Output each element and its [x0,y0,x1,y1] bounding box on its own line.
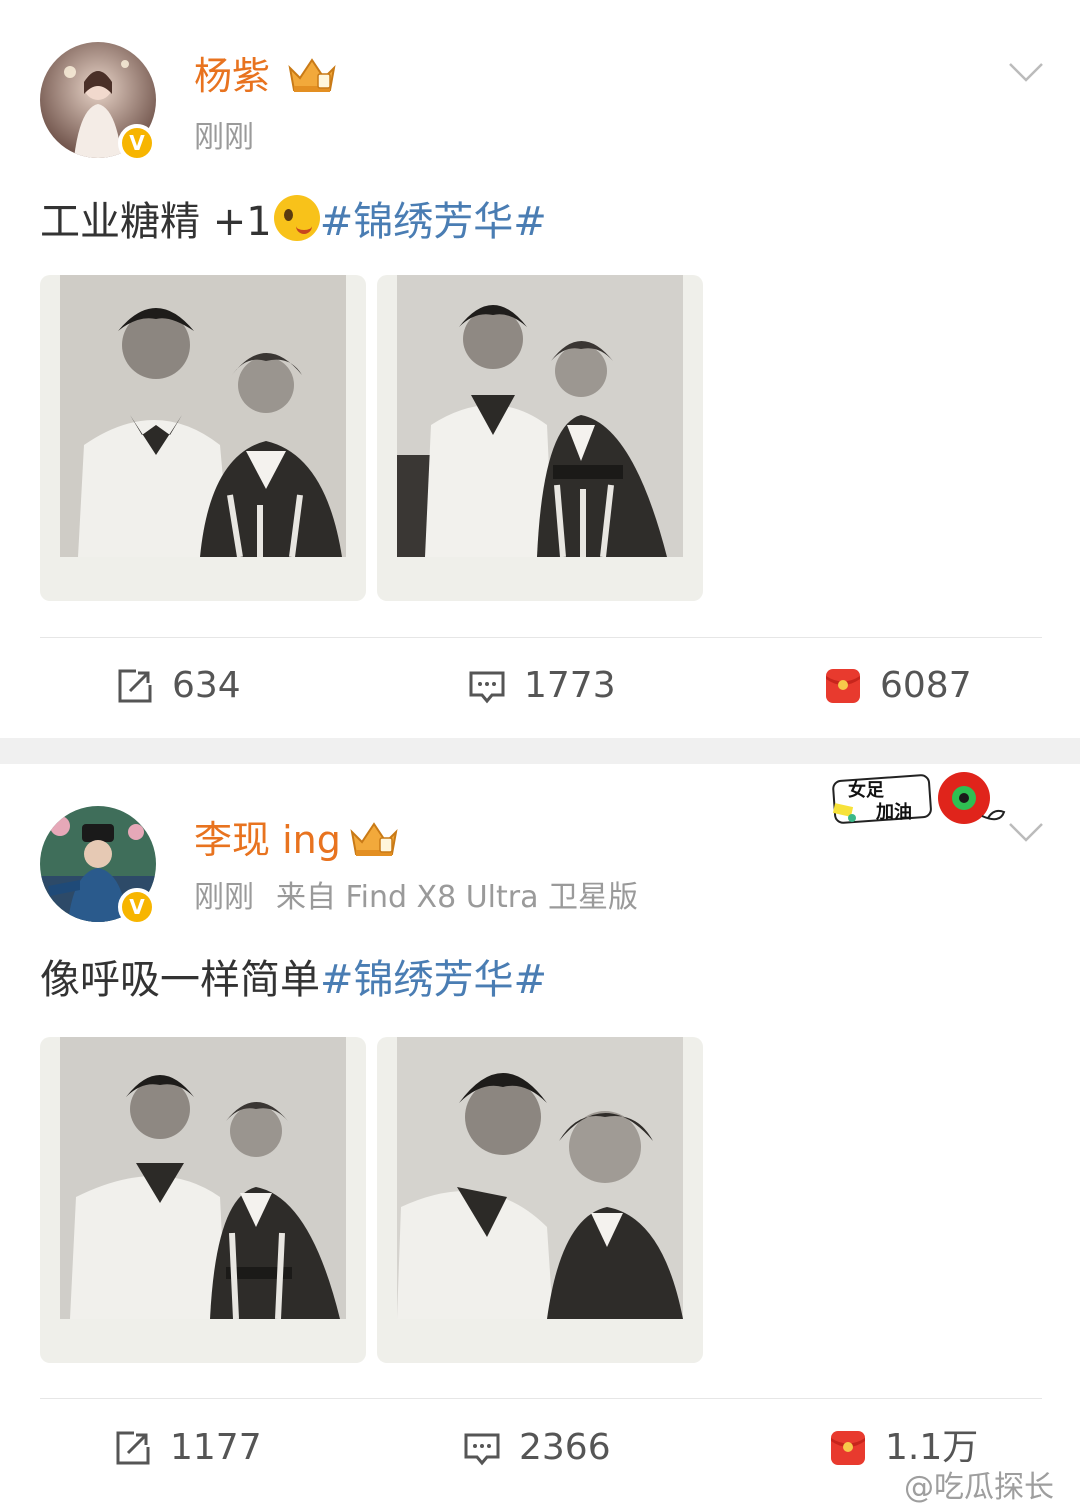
post-meta: 刚刚 [194,120,254,156]
repost-count: 1177 [170,1427,262,1468]
verified-icon: V [118,888,156,926]
post-text: 像呼吸一样简单#锦绣芳华# [40,956,547,1004]
crown-icon [350,822,398,856]
verified-icon: V [118,124,156,162]
post-time: 刚刚 [194,120,254,155]
post-image-1[interactable] [40,275,366,601]
repost-icon [118,669,152,703]
crown-icon [288,58,336,92]
comment-icon [464,1433,500,1466]
divider [40,637,1042,638]
repost-button[interactable]: 634 [116,664,241,708]
sticker-badge: 女足 加油 [832,772,1006,824]
chevron-down-icon[interactable] [1008,820,1044,844]
divider [40,1398,1042,1399]
like-count: 6087 [880,665,972,706]
comment-button[interactable]: 2366 [463,1426,611,1470]
post-time: 刚刚 [194,880,254,915]
watermark: @吃瓜探长 [904,1470,1054,1505]
post-image-2[interactable] [377,1037,703,1363]
wink-tongue-emoji [273,195,320,241]
post-body: 像呼吸一样简单 [40,957,320,1003]
author-name[interactable]: 李现 ing [194,818,341,862]
post-image-2[interactable] [377,275,703,601]
weibo-post: V 杨紫 刚刚 工业糖精 +1 #锦绣芳华# 634 1773 6087 [0,0,1080,738]
author-name[interactable]: 杨紫 [194,54,270,98]
chevron-down-icon[interactable] [1008,60,1044,84]
repost-count: 634 [172,665,241,706]
like-icon [831,1431,865,1465]
sticker-line-1: 女足 [848,779,884,801]
like-button[interactable]: 6087 [824,664,972,708]
post-body: 工业糖精 +1 [40,199,272,245]
weibo-post: V 李现 ing 刚刚 来自 Find X8 Ultra 卫星版 像呼吸一样简单#… [0,764,1080,1506]
like-icon [826,669,860,703]
post-source: 来自 Find X8 Ultra 卫星版 [276,880,639,915]
topic-link[interactable]: #锦绣芳华# [320,957,547,1003]
comment-icon [469,671,505,704]
sticker-line-2: 加油 [875,801,912,823]
post-meta: 刚刚 来自 Find X8 Ultra 卫星版 [194,880,638,916]
post-text: 工业糖精 +1 #锦绣芳华# [40,195,547,246]
repost-icon [116,1431,150,1465]
post-separator [0,738,1080,764]
comment-button[interactable]: 1773 [468,664,616,708]
post-image-1[interactable] [40,1037,366,1363]
topic-link[interactable]: #锦绣芳华# [320,199,547,245]
comment-count: 2366 [519,1427,611,1468]
repost-button[interactable]: 1177 [114,1426,262,1470]
comment-count: 1773 [524,665,616,706]
